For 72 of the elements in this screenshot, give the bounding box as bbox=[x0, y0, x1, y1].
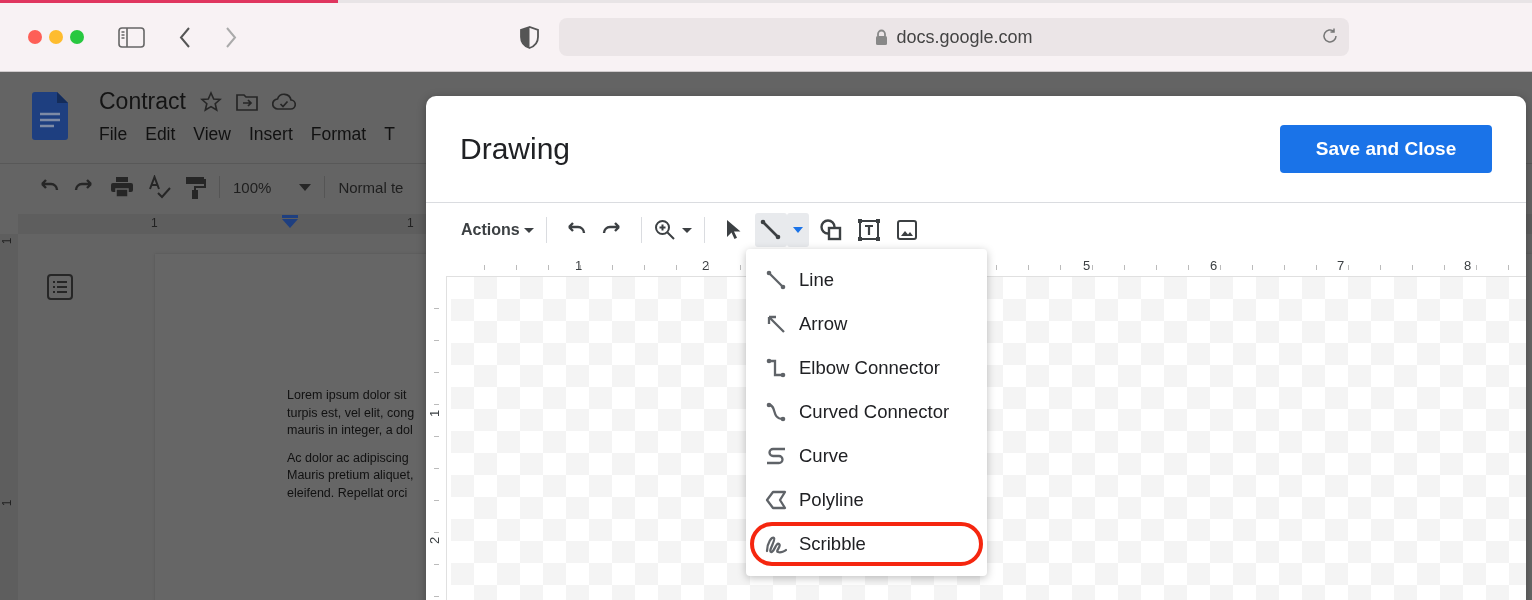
menu-item[interactable]: Curved Connector bbox=[750, 390, 983, 434]
line-icon bbox=[758, 218, 783, 242]
menu-item[interactable]: Elbow Connector bbox=[750, 346, 983, 390]
ruler-number: 6 bbox=[1210, 258, 1218, 273]
back-icon[interactable] bbox=[179, 26, 191, 48]
save-and-close-button[interactable]: Save and Close bbox=[1280, 125, 1492, 173]
outline-icon[interactable] bbox=[47, 274, 73, 300]
ruler-number: 1 bbox=[0, 499, 15, 507]
line-options-dropdown[interactable] bbox=[786, 213, 809, 247]
ruler-number: 1 bbox=[575, 258, 583, 273]
ruler-number: 5 bbox=[1083, 258, 1091, 273]
ruler-number: 8 bbox=[1464, 258, 1472, 273]
zoom-icon[interactable] bbox=[653, 219, 676, 241]
ruler-number: 7 bbox=[1337, 258, 1345, 273]
ruler-number: 1 bbox=[151, 216, 158, 230]
url-text: docs.google.com bbox=[896, 26, 1033, 48]
body-text-line: Lorem ipsum dolor sit bbox=[287, 387, 407, 404]
menu-item[interactable]: Edit bbox=[145, 124, 176, 145]
caret-icon bbox=[523, 227, 534, 233]
menu-item[interactable]: File bbox=[99, 124, 128, 145]
ruler-number: 1 bbox=[407, 216, 414, 230]
curve-icon bbox=[765, 445, 787, 467]
ruler-number: 2 bbox=[702, 258, 710, 273]
caret-icon bbox=[792, 227, 803, 233]
shapes-icon bbox=[818, 218, 843, 242]
print-icon[interactable] bbox=[110, 175, 134, 199]
indent-marker-icon[interactable] bbox=[282, 215, 298, 228]
body-text-line: Mauris pretium aliquet, bbox=[287, 467, 414, 484]
style-select[interactable]: Normal te bbox=[338, 178, 404, 196]
line-icon bbox=[765, 269, 787, 291]
close-window-button[interactable] bbox=[28, 30, 42, 44]
body-text-line: turpis est, vel elit, cong bbox=[287, 404, 415, 422]
menu-item[interactable]: Curve bbox=[750, 434, 983, 478]
dialog-title: Drawing bbox=[460, 132, 571, 166]
body-text-line: mauris in integer, a dol bbox=[287, 422, 413, 439]
menu-item[interactable]: Insert bbox=[249, 124, 293, 145]
menu-item[interactable]: Line bbox=[750, 258, 983, 302]
menu-item[interactable]: Polyline bbox=[750, 478, 983, 522]
address-bar[interactable]: docs.google.com bbox=[559, 18, 1349, 56]
shield-icon[interactable] bbox=[520, 25, 539, 49]
caret-icon[interactable] bbox=[681, 227, 692, 233]
body-text-line: eleifend. Repellat orci bbox=[287, 484, 408, 502]
lock-icon bbox=[875, 28, 889, 46]
ruler-number: 2 bbox=[427, 536, 443, 545]
arrow-icon bbox=[765, 313, 787, 335]
text-box-icon bbox=[856, 218, 881, 242]
polyline-icon bbox=[765, 489, 787, 511]
reload-icon[interactable] bbox=[1321, 27, 1339, 45]
move-folder-icon[interactable] bbox=[235, 92, 258, 111]
sidebar-icon[interactable] bbox=[118, 26, 145, 48]
cloud-check-icon[interactable] bbox=[271, 92, 296, 111]
elbow-connector-icon bbox=[765, 357, 787, 379]
actions-menu[interactable]: Actions bbox=[461, 221, 534, 239]
forward-icon[interactable] bbox=[225, 26, 237, 48]
menu-item[interactable]: View bbox=[193, 124, 231, 145]
docs-logo-icon[interactable] bbox=[32, 92, 68, 140]
menu-item[interactable]: Arrow bbox=[750, 302, 983, 346]
star-icon[interactable] bbox=[199, 90, 222, 113]
menu-item[interactable]: Format bbox=[310, 124, 367, 145]
zoom-select[interactable]: 100% bbox=[233, 178, 272, 196]
image-icon bbox=[894, 218, 919, 242]
zoom-window-button[interactable] bbox=[70, 30, 84, 44]
ruler-number: 1 bbox=[0, 237, 15, 245]
body-text-line: Ac dolor ac adipiscing bbox=[287, 449, 409, 467]
menu-item[interactable]: T bbox=[384, 124, 395, 145]
document-title[interactable]: Contract bbox=[99, 88, 186, 115]
paint-format-icon[interactable] bbox=[184, 175, 206, 199]
curved-connector-icon bbox=[765, 401, 787, 423]
menu-item[interactable]: Scribble bbox=[750, 522, 983, 566]
ruler-number: 1 bbox=[427, 409, 443, 418]
spellcheck-icon[interactable] bbox=[147, 175, 171, 199]
line-tool-button[interactable] bbox=[754, 213, 787, 247]
